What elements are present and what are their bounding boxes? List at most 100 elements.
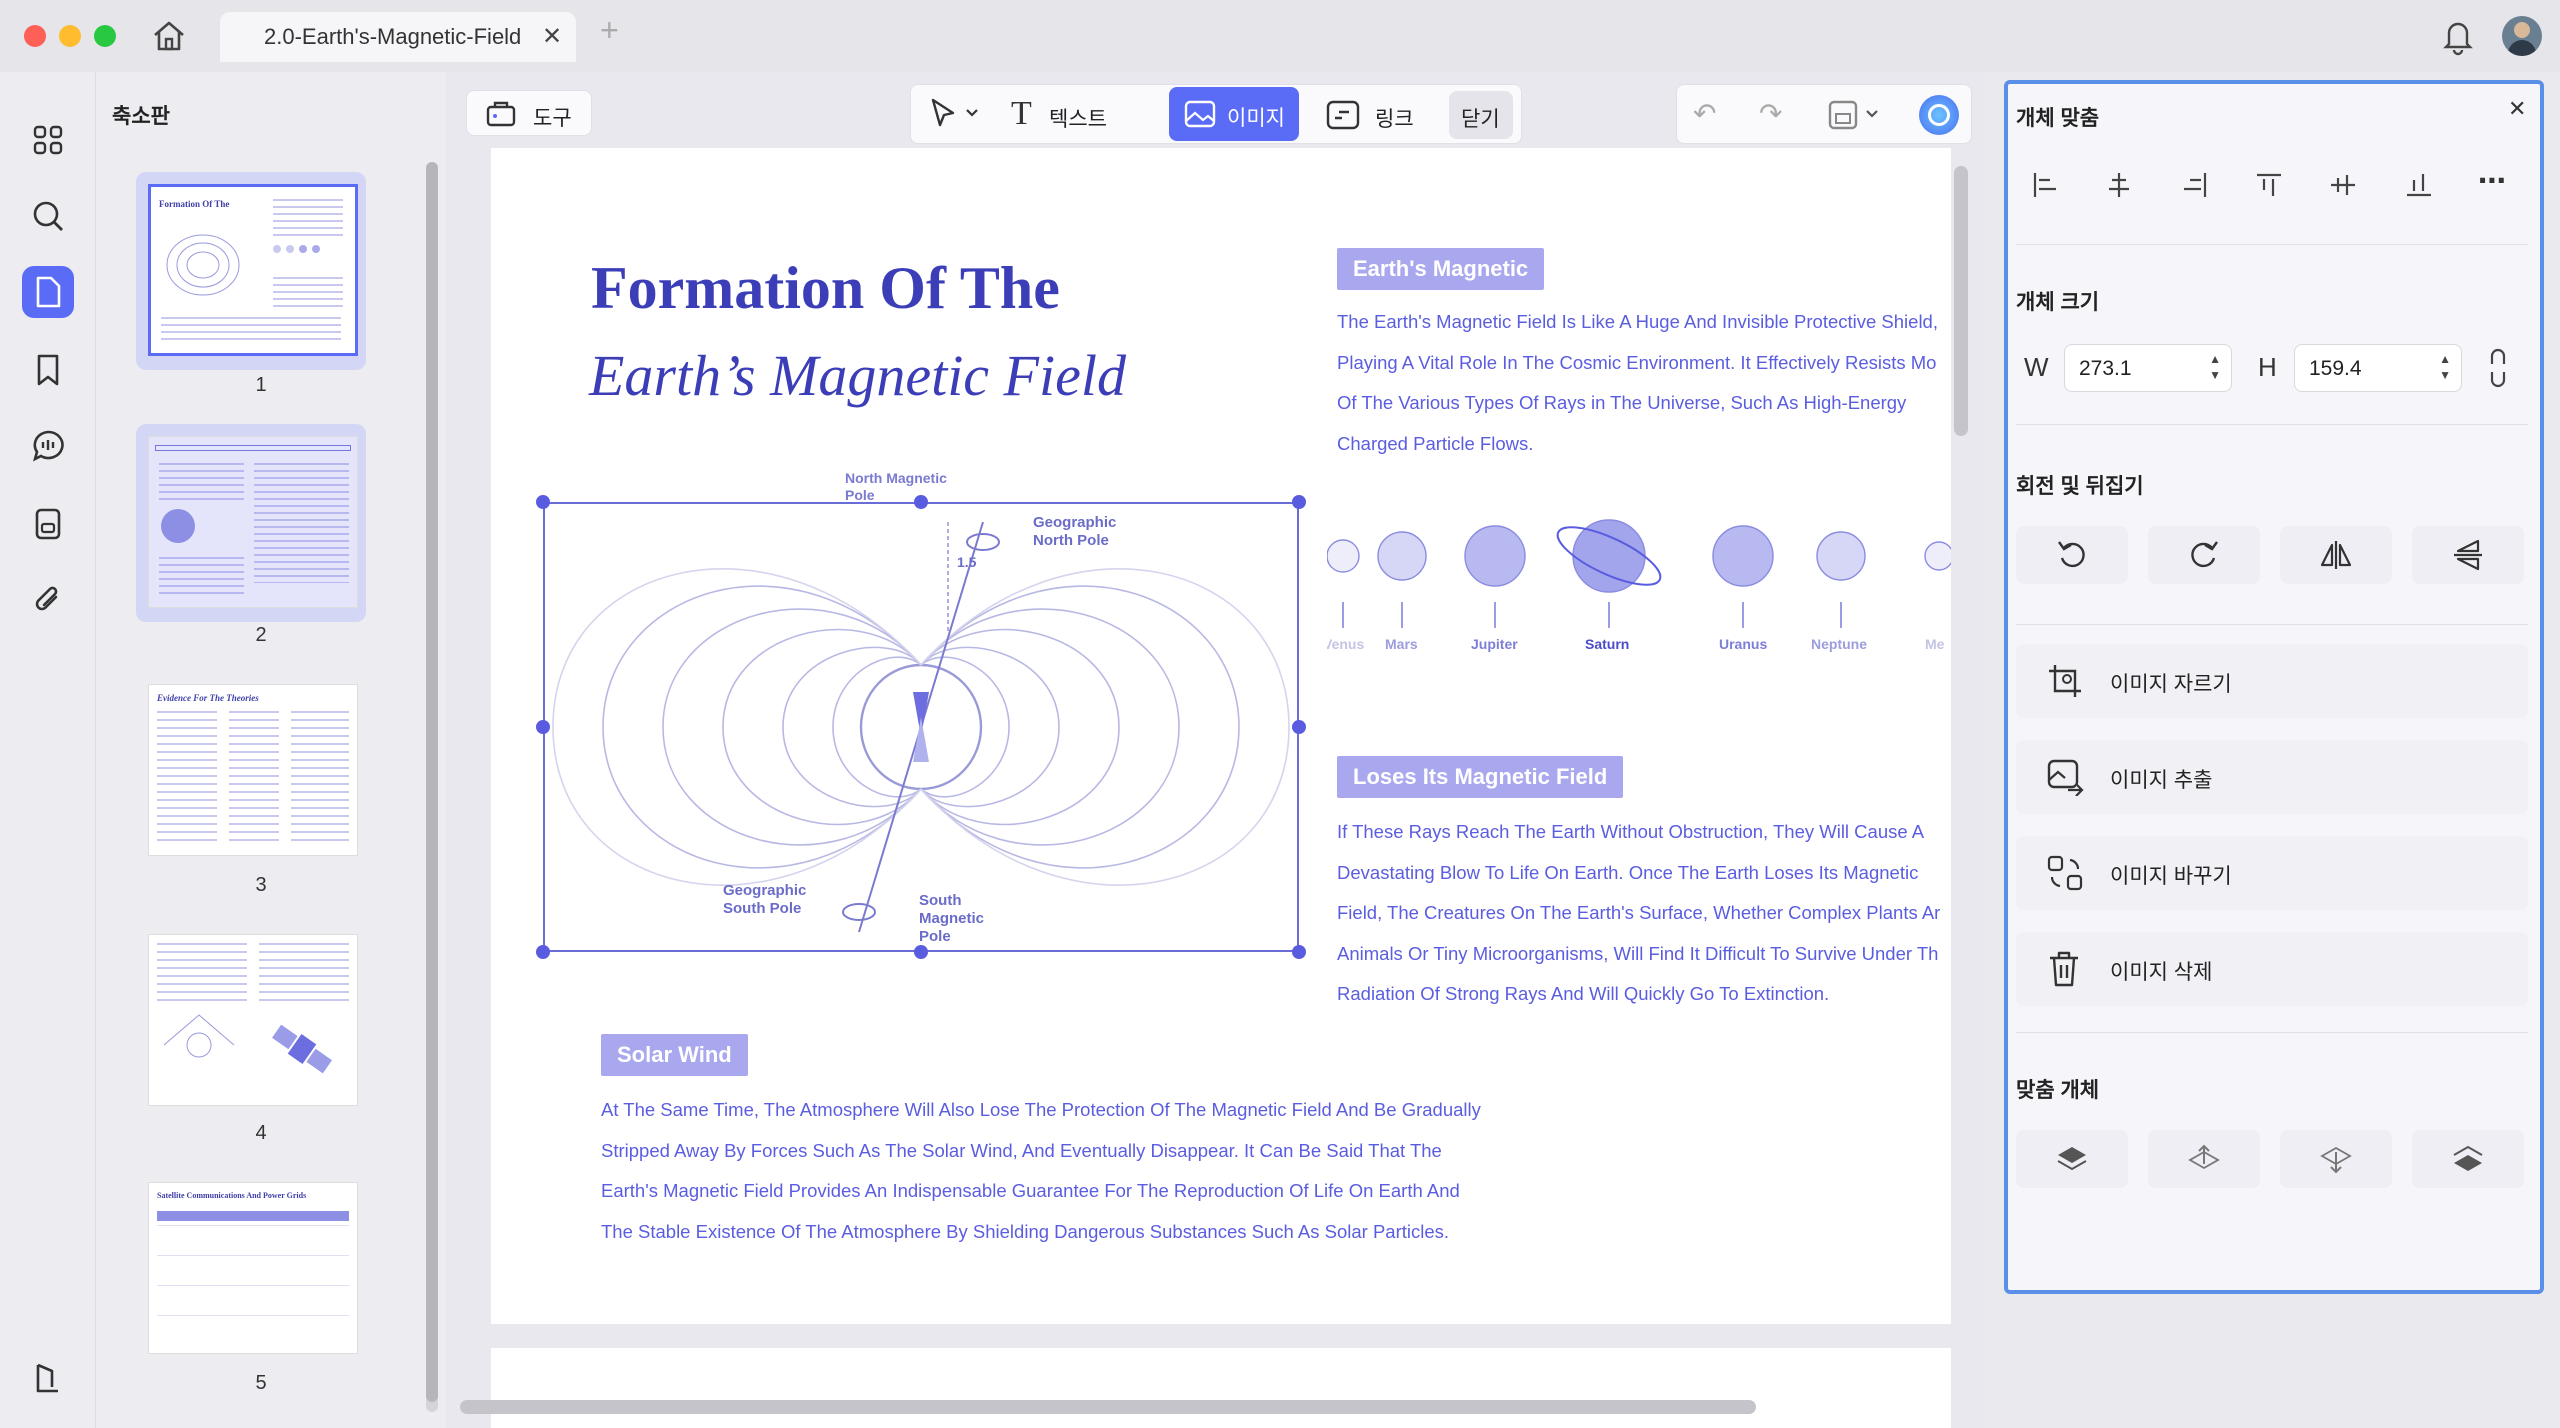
replace-image-button[interactable]: 이미지 바꾸기: [2016, 836, 2528, 910]
save-icon[interactable]: [1827, 99, 1885, 136]
send-backward-button[interactable]: [2280, 1130, 2392, 1188]
thumbnail-5[interactable]: Satellite Communications And Power Grids: [148, 1182, 358, 1354]
bring-to-front-button[interactable]: [2016, 1130, 2128, 1188]
send-backward-icon: [2320, 1146, 2352, 1174]
resize-handle[interactable]: [1292, 720, 1306, 734]
align-middle-icon[interactable]: [2328, 170, 2358, 200]
thumbnail-scrollbar[interactable]: [426, 162, 438, 1412]
search-icon[interactable]: [22, 190, 74, 242]
thumbnail-2[interactable]: [136, 424, 366, 622]
text-line: The Earth's Magnetic Field Is Like A Hug…: [1337, 311, 1938, 332]
thumbnails-title: 축소판: [112, 105, 170, 128]
rotate-title: 회전 및 뒤집기: [2016, 475, 2144, 498]
align-bottom-icon[interactable]: [2404, 170, 2434, 200]
section1-heading: Earth's Magnetic: [1337, 248, 1545, 290]
align-center-icon[interactable]: [2104, 170, 2134, 200]
grid-icon[interactable]: [22, 114, 74, 166]
bookmark-icon[interactable]: [22, 344, 74, 396]
avatar[interactable]: [2502, 16, 2542, 56]
close-edit-button[interactable]: 닫기: [1449, 91, 1513, 139]
resize-handle[interactable]: [536, 720, 550, 734]
close-tab-icon[interactable]: ✕: [542, 22, 562, 51]
flip-vertical-icon: [2454, 539, 2482, 571]
thumbnail-4[interactable]: [148, 934, 358, 1106]
align-left-icon[interactable]: [2030, 170, 2060, 200]
crop-image-label: 이미지 자르기: [2110, 673, 2232, 696]
extract-image-button[interactable]: 이미지 추출: [2016, 740, 2528, 814]
section3-text: At The Same Time, The Atmosphere Will Al…: [601, 1090, 1601, 1252]
delete-image-label: 이미지 삭제: [2110, 961, 2213, 984]
bring-forward-button[interactable]: [2148, 1130, 2260, 1188]
image-tool-button[interactable]: 이미지: [1169, 87, 1299, 141]
pages-icon[interactable]: [22, 266, 74, 318]
attachment-icon[interactable]: [22, 574, 74, 626]
flip-horizontal-button[interactable]: [2280, 526, 2392, 584]
divider: [2016, 1032, 2528, 1033]
magnetic-field-diagram[interactable]: North Magnetic Pole Geographic North Pol…: [536, 470, 1306, 959]
horizontal-scrollbar[interactable]: [460, 1400, 1756, 1414]
zoom-window-button[interactable]: [94, 25, 116, 47]
more-icon[interactable]: ⋯: [2478, 164, 2506, 197]
text-line: Earth's Magnetic Field Provides An Indis…: [601, 1180, 1460, 1201]
redo-icon[interactable]: ↷: [1759, 97, 1782, 130]
align-top-icon[interactable]: [2254, 170, 2284, 200]
width-stepper-icon[interactable]: ▲ ▼: [2209, 351, 2221, 383]
width-value: 273.1: [2079, 357, 2132, 380]
close-window-button[interactable]: [24, 25, 46, 47]
form-icon[interactable]: [22, 498, 74, 550]
select-tool-icon[interactable]: [927, 95, 983, 136]
thumb-1-title: Formation Of The: [159, 199, 230, 209]
text-tool-button[interactable]: T 텍스트: [1003, 91, 1123, 139]
planet-label: Uranus: [1719, 636, 1768, 652]
close-panel-icon[interactable]: ✕: [2508, 96, 2526, 122]
south-magnetic-pole-label: South Magnetic Pole: [919, 892, 985, 945]
text-tool-label: 텍스트: [1049, 108, 1107, 131]
thumb-5-title: Satellite Communications And Power Grids: [157, 1191, 307, 1200]
thumbnail-3[interactable]: Evidence For The Theories: [148, 684, 358, 856]
text-line: Stripped Away By Forces Such As The Sola…: [601, 1139, 1442, 1161]
crop-icon: [2049, 665, 2081, 697]
home-icon[interactable]: [150, 18, 188, 59]
rotate-left-button[interactable]: [2016, 526, 2128, 584]
delete-image-button[interactable]: 이미지 삭제: [2016, 932, 2528, 1006]
minimize-window-button[interactable]: [59, 25, 81, 47]
lock-ratio-icon[interactable]: [2486, 346, 2510, 390]
undo-icon[interactable]: ↶: [1693, 97, 1716, 130]
link-tool-button[interactable]: 링크: [1319, 91, 1429, 139]
image-properties-panel: 개체 맞춤 ✕ ⋯ 개체 크기 W 273.1 ▲ ▼ H 159.4 ▲ ▼ 회전…: [2004, 80, 2544, 1294]
flip-vertical-button[interactable]: [2412, 526, 2524, 584]
align-title: 개체 맞춤: [2016, 107, 2100, 130]
width-input[interactable]: 273.1 ▲ ▼: [2064, 344, 2232, 392]
bring-to-front-icon: [2057, 1147, 2087, 1171]
tools-button[interactable]: 도구: [466, 90, 592, 136]
new-tab-icon[interactable]: +: [600, 12, 619, 49]
bring-forward-icon: [2188, 1144, 2220, 1170]
height-input[interactable]: 159.4 ▲ ▼: [2294, 344, 2462, 392]
height-stepper-icon[interactable]: ▲ ▼: [2439, 351, 2451, 383]
rotate-right-button[interactable]: [2148, 526, 2260, 584]
send-to-back-button[interactable]: [2412, 1130, 2524, 1188]
resize-handle[interactable]: [914, 945, 928, 959]
resize-handle[interactable]: [1292, 945, 1306, 959]
page-number-5: 5: [255, 1372, 267, 1394]
thumbnail-1[interactable]: Formation Of The: [136, 172, 366, 370]
section1-text: The Earth's Magnetic Field Is Like A Hug…: [1337, 302, 1951, 464]
bell-icon[interactable]: [2440, 16, 2476, 61]
text-line: Playing A Vital Role In The Cosmic Envir…: [1337, 351, 1937, 373]
planet-label: Saturn: [1585, 636, 1630, 652]
comment-icon[interactable]: [22, 420, 74, 472]
send-to-back-icon: [2453, 1145, 2483, 1171]
text-tool-icon: T: [1011, 95, 1032, 132]
next-page: [491, 1348, 1951, 1428]
resize-handle[interactable]: [536, 945, 550, 959]
divider: [2016, 624, 2528, 625]
ai-assistant-icon[interactable]: [1919, 95, 1959, 135]
align-right-icon[interactable]: [2180, 170, 2210, 200]
layers-icon[interactable]: [22, 1352, 74, 1404]
resize-handle[interactable]: [536, 495, 550, 509]
vertical-scrollbar[interactable]: [1954, 166, 1968, 436]
crop-image-button[interactable]: 이미지 자르기: [2016, 644, 2528, 718]
document-tab[interactable]: 2.0-Earth's-Magnetic-Field ✕: [220, 12, 576, 62]
resize-handle[interactable]: [1292, 495, 1306, 509]
geographic-south-pole-label: Geographic South Pole: [723, 882, 807, 917]
